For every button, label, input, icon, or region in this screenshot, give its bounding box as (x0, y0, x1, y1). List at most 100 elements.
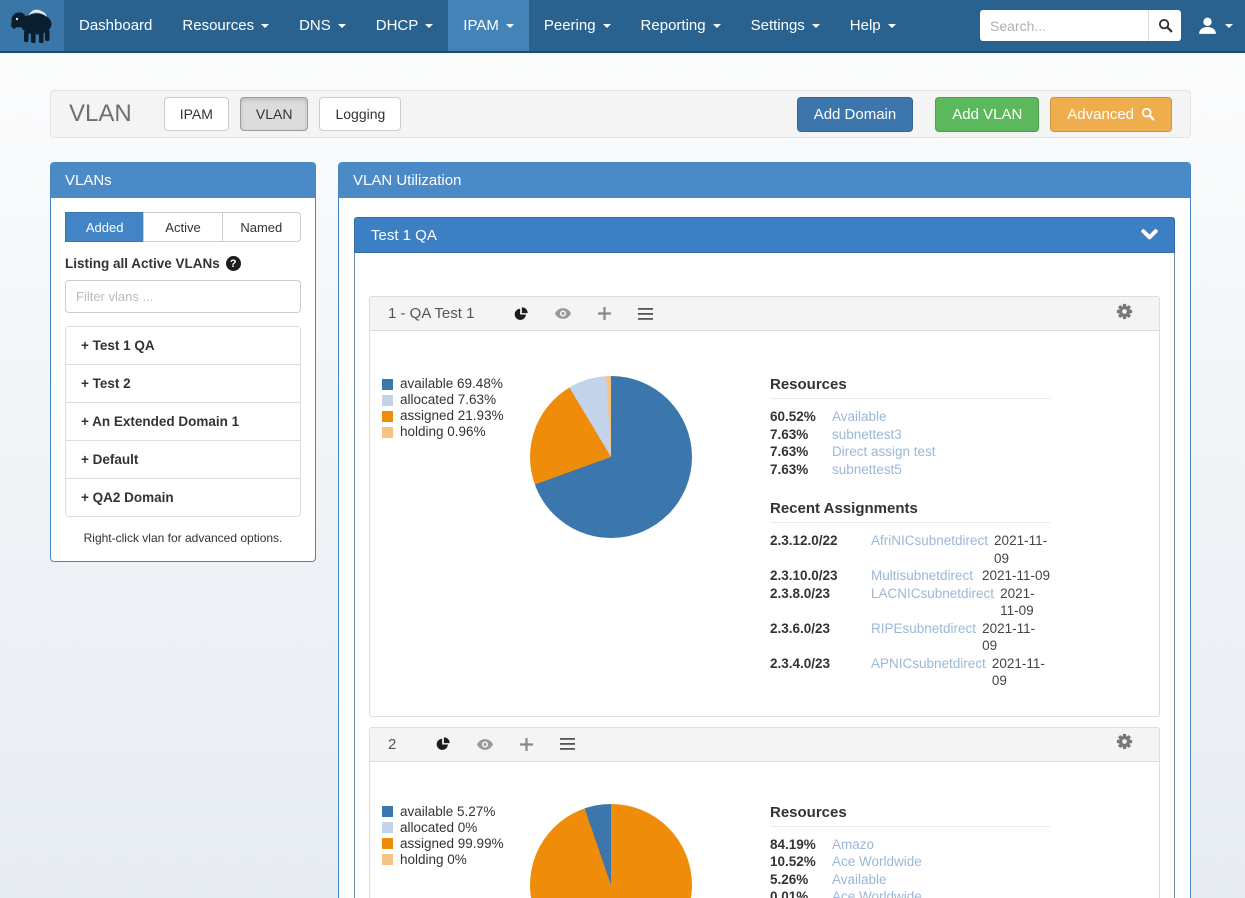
global-search (980, 10, 1181, 41)
eye-icon[interactable] (555, 308, 571, 319)
assignment-link[interactable]: RIPEsubnetdirect (871, 620, 976, 655)
pie-chart-icon[interactable] (514, 307, 528, 321)
nav-item[interactable]: DNS (284, 0, 361, 51)
vlan-filter-input[interactable] (65, 280, 301, 313)
nav-item[interactable]: Resources (167, 0, 284, 51)
view-tab[interactable]: Logging (319, 97, 401, 131)
caret-down-icon (1225, 24, 1233, 28)
assignment-link[interactable]: Multisubnetdirect (871, 567, 976, 585)
user-menu[interactable] (1197, 16, 1233, 35)
app-logo[interactable] (0, 0, 64, 51)
assignment-date: 2021-11-09 (994, 532, 1050, 567)
legend-row: holding 0% (382, 852, 522, 868)
caret-down-icon (338, 24, 346, 28)
plus-icon[interactable] (598, 307, 611, 320)
search-icon (1158, 18, 1173, 33)
assignment-cidr: 2.3.6.0/23 (770, 620, 865, 655)
assignment-row: 2.3.10.0/23 Multisubnetdirect 2021-11-09 (770, 567, 1050, 585)
vlan-filter-tab[interactable]: Active (143, 212, 222, 242)
utilization-card: 1 - QA Test 1 (369, 296, 1160, 717)
caret-down-icon (603, 24, 611, 28)
gear-icon[interactable] (1116, 303, 1133, 320)
assignment-date: 2021-11-09 (1000, 585, 1050, 620)
plus-icon[interactable] (520, 738, 533, 751)
search-input[interactable] (980, 10, 1148, 41)
vlan-group-body: 1 - QA Test 1 (354, 253, 1175, 898)
vlan-group-accordion-header[interactable]: Test 1 QA (354, 217, 1175, 253)
resource-row: 0.01% Ace Worldwide (770, 888, 1050, 898)
eye-icon[interactable] (477, 739, 493, 750)
view-tab[interactable]: IPAM (164, 97, 229, 131)
nav-item[interactable]: Dashboard (64, 0, 167, 51)
vlan-list-item[interactable]: + Test 1 QA (66, 327, 300, 365)
legend-row: allocated 0% (382, 820, 522, 836)
legend-label: available 5.27% (400, 804, 495, 820)
caret-down-icon (425, 24, 433, 28)
resource-link[interactable]: subnettest3 (832, 426, 1050, 444)
advanced-label: Advanced (1067, 106, 1134, 123)
chevron-down-icon (1141, 229, 1158, 241)
caret-down-icon (713, 24, 721, 28)
assignment-row: 2.3.12.0/22 AfriNICsubnetdirect 2021-11-… (770, 532, 1050, 567)
view-tab[interactable]: VLAN (240, 97, 309, 131)
resource-link[interactable]: subnettest5 (832, 461, 1050, 479)
menu-icon[interactable] (560, 738, 575, 750)
vlans-panel-title: VLANs (51, 163, 315, 198)
view-tabs: IPAM VLAN Logging (164, 97, 402, 131)
resource-link[interactable]: Available (832, 871, 1050, 889)
nav-item-label: Peering (544, 17, 596, 34)
add-vlan-button[interactable]: Add VLAN (935, 97, 1039, 132)
help-icon[interactable]: ? (226, 256, 241, 271)
assignment-link[interactable]: APNICsubnetdirect (871, 655, 986, 690)
resource-link[interactable]: Ace Worldwide (832, 888, 1050, 898)
vlan-filter-tab[interactable]: Added (65, 212, 144, 242)
vlan-list-item[interactable]: + QA2 Domain (66, 479, 300, 516)
resource-link[interactable]: Available (832, 408, 1050, 426)
resource-percent: 5.26% (770, 871, 832, 889)
nav-item[interactable]: Settings (736, 0, 835, 51)
nav-item[interactable]: DHCP (361, 0, 449, 51)
legend-label: holding 0.96% (400, 424, 486, 440)
vlan-list-item[interactable]: + An Extended Domain 1 (66, 403, 300, 441)
vlan-utilization-title: VLAN Utilization (339, 163, 1190, 198)
resource-link[interactable]: Direct assign test (832, 443, 1050, 461)
resource-link[interactable]: Ace Worldwide (832, 853, 1050, 871)
vlan-list-item[interactable]: + Test 2 (66, 365, 300, 403)
add-domain-button[interactable]: Add Domain (797, 97, 914, 132)
assignment-link[interactable]: AfriNICsubnetdirect (871, 532, 988, 567)
search-button[interactable] (1148, 10, 1181, 41)
vlan-group-title: Test 1 QA (371, 227, 437, 244)
nav-item[interactable]: Peering (529, 0, 626, 51)
add-vlan-label: Add VLAN (952, 106, 1022, 123)
legend-swatch (382, 427, 393, 438)
resource-row: 7.63% subnettest3 (770, 426, 1050, 444)
menu-icon[interactable] (638, 308, 653, 320)
gear-icon[interactable] (1116, 733, 1133, 750)
nav-item[interactable]: Reporting (626, 0, 736, 51)
resource-percent: 7.63% (770, 426, 832, 444)
assignment-cidr: 2.3.12.0/22 (770, 532, 865, 567)
nav-item-label: Reporting (641, 17, 706, 34)
vlan-list-item[interactable]: + Default (66, 441, 300, 479)
assignment-link[interactable]: LACNICsubnetdirect (871, 585, 994, 620)
nav-item[interactable]: Help (835, 0, 911, 51)
assignment-row: 2.3.8.0/23 LACNICsubnetdirect 2021-11-09 (770, 585, 1050, 620)
resource-link[interactable]: Amazo (832, 836, 1050, 854)
page-title: VLAN (69, 100, 132, 128)
resource-row: 60.52% Available (770, 408, 1050, 426)
resources-title: Resources (770, 376, 1050, 399)
assignment-date: 2021-11-09 (992, 655, 1050, 690)
vlan-filter-tab[interactable]: Named (222, 212, 301, 242)
nav-item[interactable]: IPAM (448, 0, 529, 51)
pie-legend: available 69.48% allocated 7.63% (382, 376, 522, 690)
assignment-date: 2021-11-09 (982, 567, 1050, 585)
advanced-search-button[interactable]: Advanced (1050, 97, 1172, 132)
resource-row: 5.26% Available (770, 871, 1050, 889)
legend-row: holding 0.96% (382, 424, 522, 440)
caret-down-icon (506, 24, 514, 28)
legend-row: assigned 99.99% (382, 836, 522, 852)
page-header: VLAN IPAM VLAN Logging Add Domain Add VL… (50, 90, 1191, 138)
pie-chart-icon[interactable] (436, 737, 450, 751)
assignments-title: Recent Assignments (770, 500, 1050, 523)
resource-percent: 0.01% (770, 888, 832, 898)
